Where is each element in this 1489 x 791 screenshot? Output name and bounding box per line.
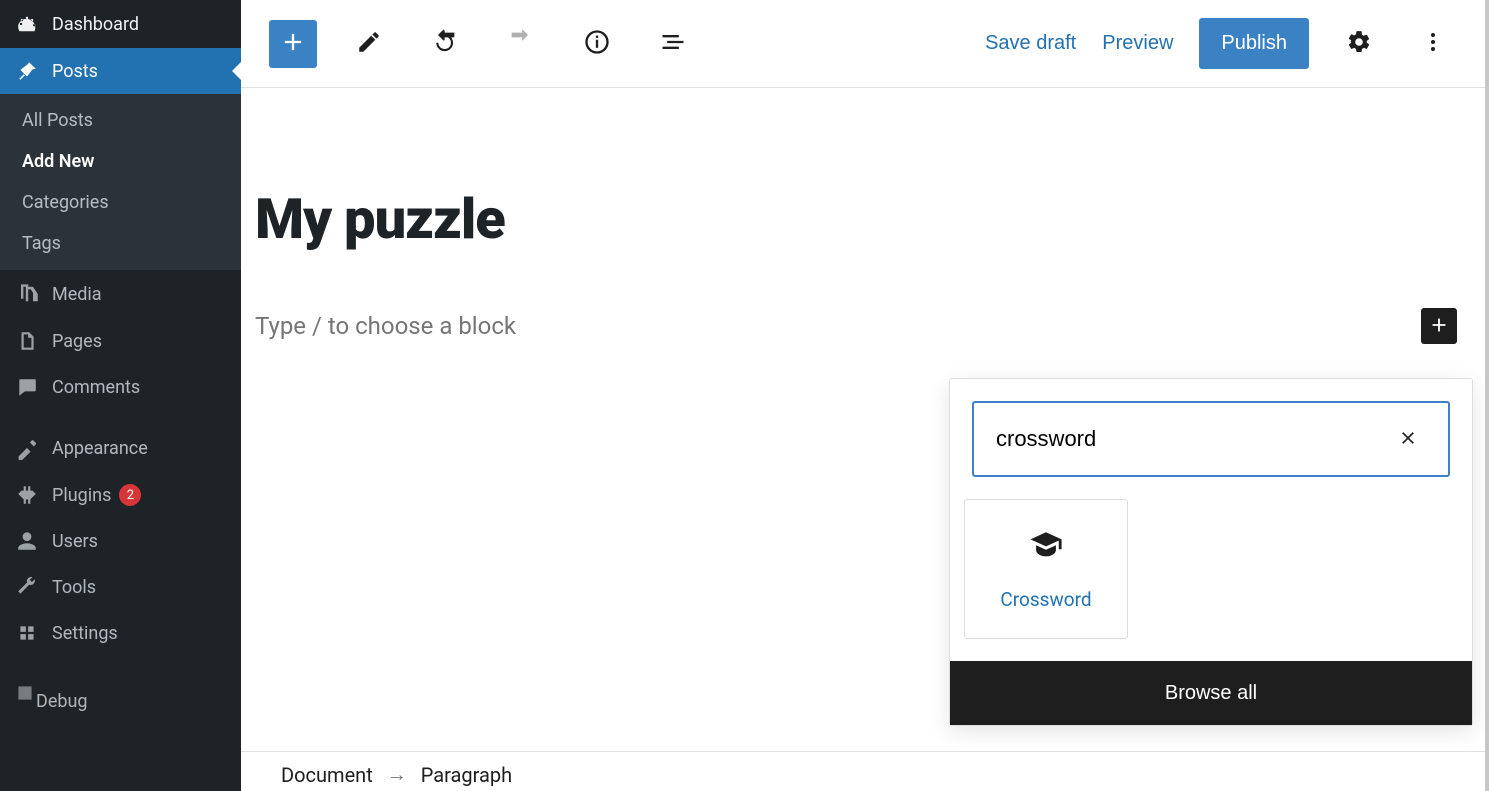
tools-edit-button[interactable] [345,20,393,68]
options-button[interactable] [1409,20,1457,68]
submenu-add-new[interactable]: Add New [0,141,241,182]
sidebar-item-comments[interactable]: Comments [0,364,241,410]
submenu-label: All Posts [22,110,93,131]
block-search-field [972,401,1450,477]
submenu-all-posts[interactable]: All Posts [0,100,241,141]
admin-sidebar: Dashboard Posts All Posts Add New Catego… [0,0,241,791]
sidebar-label: Debug [36,691,88,712]
sidebar-item-appearance[interactable]: Appearance [0,424,241,472]
sidebar-item-settings[interactable]: Settings [0,610,241,656]
plugins-update-badge: 2 [119,484,141,506]
sidebar-label: Pages [52,331,102,352]
sidebar-label: Settings [52,623,118,644]
comments-icon [14,376,40,398]
close-icon [1398,428,1418,451]
sidebar-item-tools[interactable]: Tools [0,564,241,610]
inline-inserter-button[interactable] [1421,308,1457,344]
sidebar-label: Tools [52,577,96,598]
sidebar-label: Users [52,531,98,552]
breadcrumb-separator: → [387,762,407,787]
browse-all-button[interactable]: Browse all [950,661,1472,725]
editor-toolbar: Save draft Preview Publish [241,0,1485,88]
pages-icon [14,330,40,352]
editor-main: Save draft Preview Publish My puzzle Typ… [241,0,1485,791]
clear-search-button[interactable] [1390,421,1426,457]
sidebar-item-dashboard[interactable]: Dashboard [0,0,241,48]
preview-button[interactable]: Preview [1102,32,1173,55]
undo-button[interactable] [421,20,469,68]
graduation-cap-icon [1029,528,1063,566]
details-button[interactable] [573,20,621,68]
empty-paragraph-placeholder[interactable]: Type / to choose a block [255,312,1421,340]
submenu-label: Add New [22,151,94,172]
plugins-icon [14,484,40,506]
tools-icon [14,576,40,598]
appearance-icon [14,436,40,460]
pin-icon [14,60,40,82]
breadcrumb-root[interactable]: Document [281,763,373,787]
plus-icon [279,28,307,59]
sidebar-label: Dashboard [52,14,139,35]
sidebar-label: Posts [52,61,98,82]
block-inserter-popover: Crossword Browse all [949,378,1473,726]
block-result-label: Crossword [1000,588,1091,611]
plus-icon [1428,314,1450,339]
post-title[interactable]: My puzzle [241,126,1485,252]
more-vertical-icon [1421,30,1445,57]
submenu-label: Categories [22,192,109,213]
publish-button[interactable]: Publish [1199,18,1309,69]
sidebar-label: Appearance [52,438,148,459]
sidebar-item-debug[interactable]: Debug [0,670,241,721]
block-result-crossword[interactable]: Crossword [964,499,1128,639]
sidebar-label: Media [52,284,102,305]
redo-icon [507,28,535,59]
redo-button [497,20,545,68]
submenu-categories[interactable]: Categories [0,182,241,223]
outline-button[interactable] [649,20,697,68]
sidebar-label: Plugins [52,485,111,506]
dashboard-icon [14,12,40,36]
settings-icon [14,622,40,644]
pencil-icon [356,29,382,58]
block-breadcrumb: Document → Paragraph [241,751,1485,791]
save-draft-button[interactable]: Save draft [985,32,1076,55]
sidebar-item-plugins[interactable]: Plugins 2 [0,472,241,518]
submenu-label: Tags [22,233,61,254]
toggle-block-inserter-button[interactable] [269,20,317,68]
sidebar-item-posts[interactable]: Posts [0,48,241,94]
sidebar-item-pages[interactable]: Pages [0,318,241,364]
info-icon [583,28,611,59]
sidebar-label: Comments [52,377,140,398]
settings-toggle-button[interactable] [1335,20,1383,68]
debug-icon [14,682,36,709]
block-search-input[interactable] [996,426,1390,452]
window-scrollbar[interactable] [1485,0,1489,791]
media-icon [14,282,40,306]
gear-icon [1346,29,1372,58]
breadcrumb-current[interactable]: Paragraph [421,763,512,787]
submenu-tags[interactable]: Tags [0,223,241,264]
users-icon [14,530,40,552]
sidebar-item-users[interactable]: Users [0,518,241,564]
list-view-icon [659,28,687,59]
undo-icon [431,28,459,59]
sidebar-item-media[interactable]: Media [0,270,241,318]
posts-submenu: All Posts Add New Categories Tags [0,94,241,270]
